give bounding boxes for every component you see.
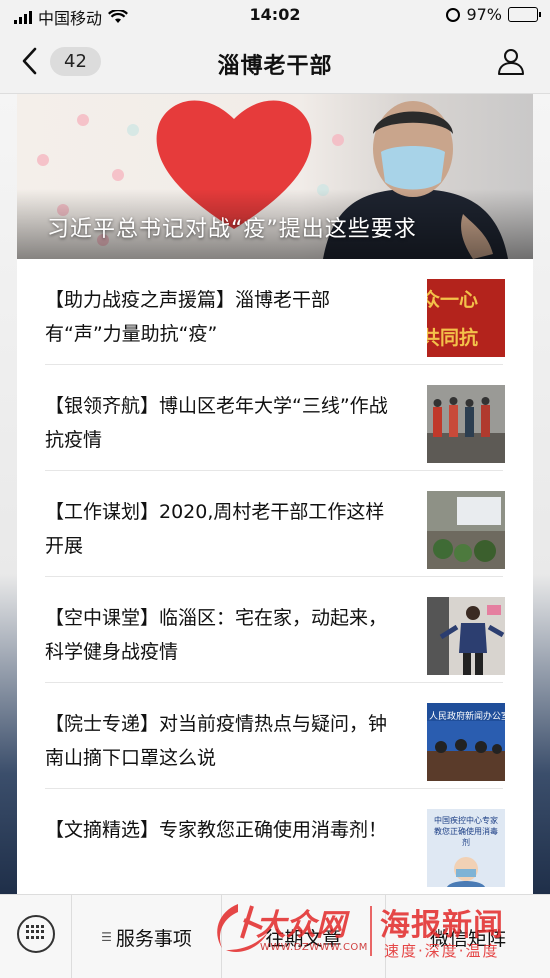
menu-wechat-matrix[interactable]: 微信矩阵 [386, 895, 550, 978]
keyboard-toggle-button[interactable] [0, 895, 72, 978]
list-item[interactable]: 【文摘精选】专家教您正确使用消毒剂！ 中国疾控中心专家教您正确使用消毒剂 [45, 789, 505, 894]
battery-percent: 97% [466, 5, 502, 24]
bottom-menu: ☰ 服务事项 往期文章 微信矩阵 [0, 894, 550, 978]
page-title: 淄博老干部 [217, 54, 333, 79]
list-item[interactable]: 【院士专递】对当前疫情热点与疑问，钟南山摘下口罩这么说 人民政府新闻办公室 [45, 683, 505, 789]
hero-title: 习近平总书记对战“疫”提出这些要求 [47, 217, 417, 242]
article-title: 【工作谋划】2020,周村老干部工作这样开展 [45, 501, 385, 557]
list-item[interactable]: 【空中课堂】临淄区：宅在家，动起来，科学健身战疫情 [45, 577, 505, 683]
article-list: 【助力战疫之声援篇】淄博老干部有“声”力量助抗“疫” 众一心 共同抗 【银领齐航… [17, 259, 533, 894]
article-card: 习近平总书记对战“疫”提出这些要求 【助力战疫之声援篇】淄博老干部有“声”力量助… [17, 94, 533, 894]
article-title: 【文摘精选】专家教您正确使用消毒剂！ [45, 819, 388, 841]
profile-icon[interactable] [496, 46, 526, 76]
article-title: 【空中课堂】临淄区：宅在家，动起来，科学健身战疫情 [45, 607, 388, 663]
list-item[interactable]: 【助力战疫之声援篇】淄博老干部有“声”力量助抗“疫” 众一心 共同抗 [45, 259, 505, 365]
nav-bar: 42 淄博老干部 [0, 32, 550, 94]
rotation-lock-icon [446, 7, 461, 22]
article-thumbnail: 人民政府新闻办公室 [427, 703, 505, 781]
status-bar: 中国移动 14:02 97% [0, 0, 550, 32]
article-thumbnail [427, 597, 505, 675]
article-thumbnail: 众一心 共同抗 [427, 279, 505, 357]
battery-icon [508, 7, 541, 22]
list-item[interactable]: 【工作谋划】2020,周村老干部工作这样开展 [45, 471, 505, 577]
article-thumbnail [427, 385, 505, 463]
article-thumbnail: 中国疾控中心专家教您正确使用消毒剂 [427, 809, 505, 887]
article-thumbnail [427, 491, 505, 569]
hero-article[interactable]: 习近平总书记对战“疫”提出这些要求 [17, 94, 533, 259]
article-title: 【院士专递】对当前疫情热点与疑问，钟南山摘下口罩这么说 [45, 713, 388, 769]
menu-icon: ☰ [101, 930, 112, 944]
menu-past-articles[interactable]: 往期文章 [222, 895, 386, 978]
menu-service-items[interactable]: ☰ 服务事项 [72, 895, 222, 978]
article-title: 【银领齐航】博山区老年大学“三线”作战抗疫情 [45, 395, 388, 451]
list-item[interactable]: 【银领齐航】博山区老年大学“三线”作战抗疫情 [45, 365, 505, 471]
article-title: 【助力战疫之声援篇】淄博老干部有“声”力量助抗“疫” [45, 289, 331, 345]
